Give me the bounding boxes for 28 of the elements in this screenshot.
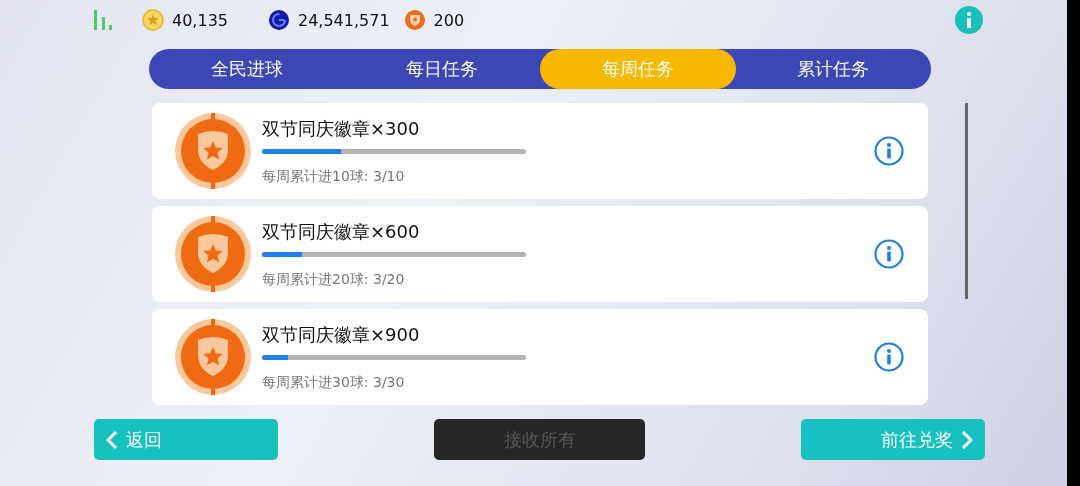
currency-amount: 24,541,571 bbox=[298, 10, 390, 30]
info-icon[interactable] bbox=[874, 342, 904, 372]
currency-amount: 40,135 bbox=[172, 10, 228, 30]
info-icon[interactable] bbox=[874, 239, 904, 269]
tab[interactable]: 每周任务 bbox=[540, 49, 736, 89]
back-button[interactable]: 返回 bbox=[94, 419, 278, 460]
gp-coin-icon bbox=[268, 9, 290, 31]
info-icon[interactable] bbox=[874, 136, 904, 166]
chevron-left-icon bbox=[106, 429, 118, 450]
reward-title: 双节同庆徽章×600 bbox=[262, 219, 421, 244]
shield-badge-icon bbox=[403, 9, 426, 31]
chevron-right-icon bbox=[961, 429, 973, 450]
reward-title: 双节同庆徽章×300 bbox=[262, 116, 421, 141]
tab[interactable]: 全民进球 bbox=[149, 49, 345, 89]
progress-text: 每周累计进10球: 3/10 bbox=[262, 167, 406, 186]
shield-medal-icon bbox=[174, 318, 252, 396]
shield-medal-icon bbox=[174, 215, 252, 293]
tab[interactable]: 每日任务 bbox=[344, 49, 540, 89]
info-icon[interactable] bbox=[955, 6, 983, 34]
redeem-button[interactable]: 前往兑奖 bbox=[801, 419, 985, 460]
progress-text: 每周累计进20球: 3/20 bbox=[262, 270, 406, 289]
currency-amount: 200 bbox=[433, 10, 465, 30]
progress-text: 每周累计进30球: 3/30 bbox=[262, 373, 406, 392]
tab[interactable]: 累计任务 bbox=[735, 49, 931, 89]
signal-icon bbox=[92, 10, 114, 30]
coin-icon bbox=[142, 9, 164, 31]
shield-medal-icon bbox=[174, 112, 252, 190]
reward-title: 双节同庆徽章×900 bbox=[262, 322, 421, 347]
